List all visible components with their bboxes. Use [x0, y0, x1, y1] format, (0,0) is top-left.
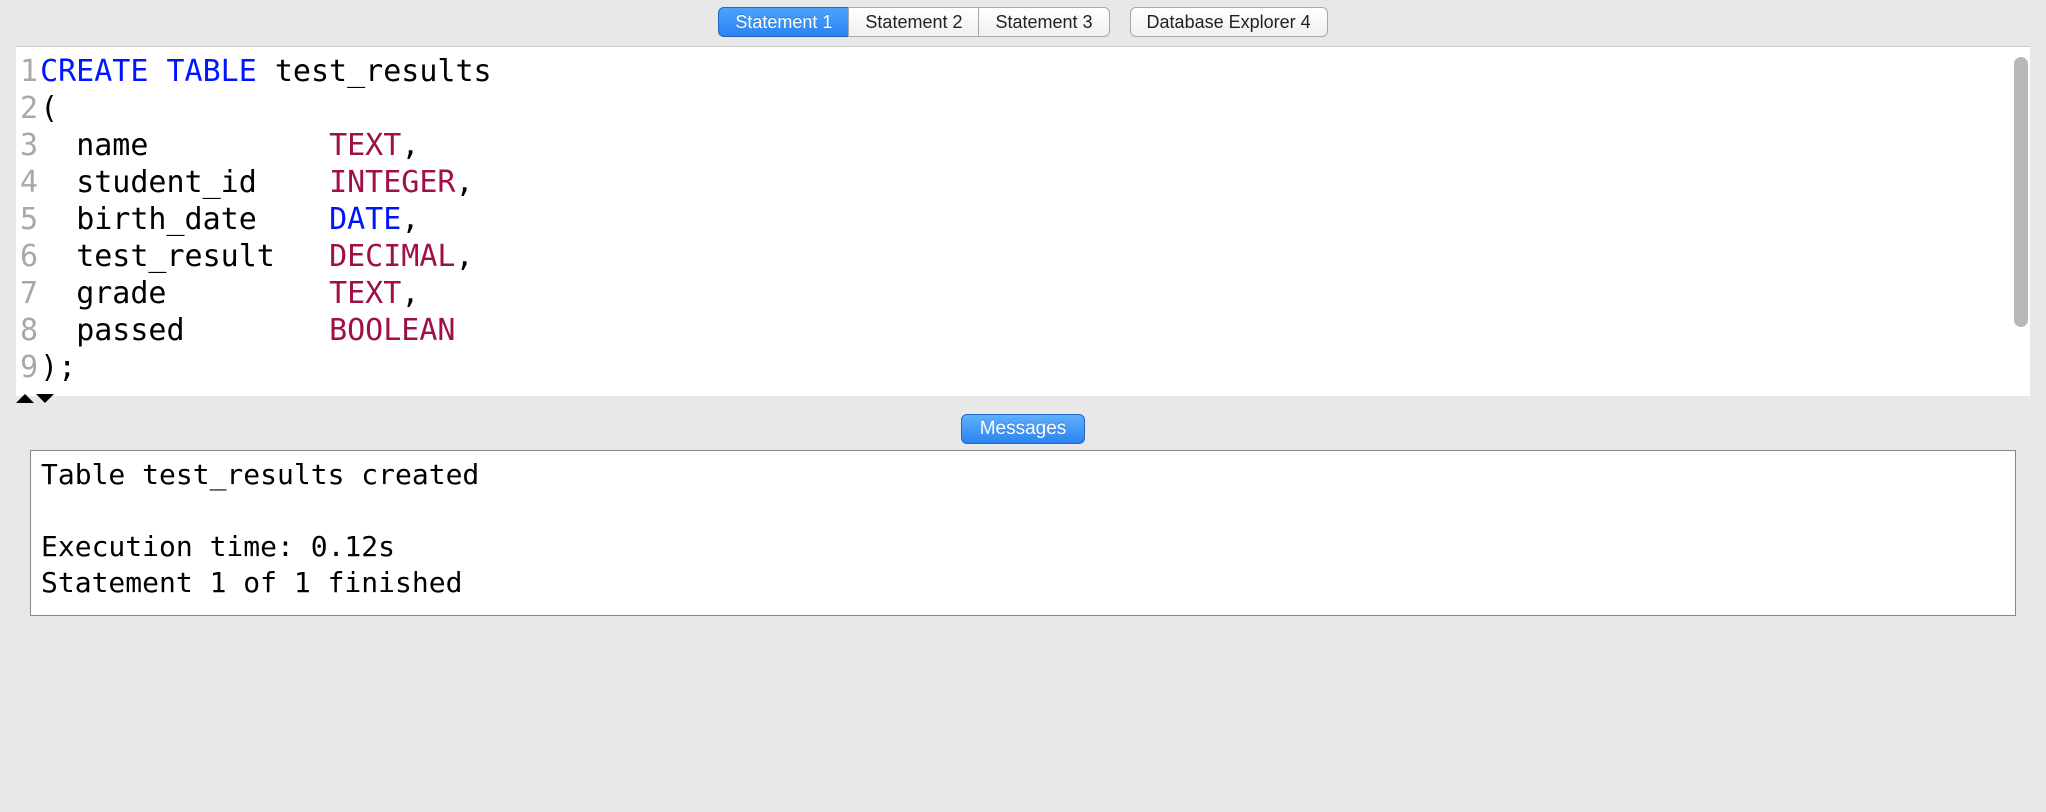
splitter-collapse-up-icon[interactable] [16, 394, 34, 403]
editor-scrollbar-thumb[interactable] [2014, 57, 2028, 327]
punct: , [401, 128, 419, 163]
tab-spacer [1110, 7, 1130, 37]
tab-statement-2[interactable]: Statement 2 [848, 7, 978, 37]
editor-tabs-bar: Statement 1 Statement 2 Statement 3 Data… [0, 0, 2046, 40]
type-keyword: INTEGER [329, 165, 455, 200]
punct: , [456, 165, 474, 200]
type-keyword: BOOLEAN [329, 313, 455, 348]
tab-statement-3[interactable]: Statement 3 [978, 7, 1109, 37]
sql-editor[interactable]: 1 2 3 4 5 6 7 8 9 CREATE TABLE test_resu… [16, 46, 2030, 396]
sql-code-area[interactable]: CREATE TABLE test_results ( name TEXT, s… [38, 47, 492, 396]
splitter-collapse-down-icon[interactable] [36, 394, 54, 403]
keyword: TABLE [167, 54, 257, 89]
tab-database-explorer[interactable]: Database Explorer 4 [1130, 7, 1328, 37]
line-number: 5 [20, 201, 38, 238]
code-text: ( [40, 91, 58, 126]
pane-splitter[interactable] [16, 396, 2030, 412]
line-number: 4 [20, 164, 38, 201]
editor-tabs: Statement 1 Statement 2 Statement 3 Data… [718, 7, 1327, 37]
line-number: 1 [20, 53, 38, 90]
line-number: 7 [20, 275, 38, 312]
column-name: test_result [76, 239, 275, 274]
punct: , [456, 239, 474, 274]
line-number-gutter: 1 2 3 4 5 6 7 8 9 [16, 47, 38, 396]
line-number: 2 [20, 90, 38, 127]
tab-label: Database Explorer 4 [1147, 12, 1311, 33]
tab-label: Statement 1 [735, 12, 832, 33]
tab-statement-1[interactable]: Statement 1 [718, 7, 848, 37]
line-number: 8 [20, 312, 38, 349]
type-keyword: TEXT [329, 276, 401, 311]
line-number: 6 [20, 238, 38, 275]
message-line: Statement 1 of 1 finished [41, 566, 462, 599]
punct: , [401, 202, 419, 237]
tab-label: Statement 2 [865, 12, 962, 33]
column-name: student_id [76, 165, 257, 200]
column-name: name [76, 128, 148, 163]
result-tabs-bar: Messages [0, 412, 2046, 446]
type-keyword: TEXT [329, 128, 401, 163]
column-name: passed [76, 313, 184, 348]
sql-workbench-pane: Statement 1 Statement 2 Statement 3 Data… [0, 0, 2046, 812]
line-number: 9 [20, 349, 38, 386]
column-name: birth_date [76, 202, 257, 237]
type-keyword: DECIMAL [329, 239, 455, 274]
type-keyword: DATE [329, 202, 401, 237]
tab-messages[interactable]: Messages [961, 414, 1086, 444]
message-line: Execution time: 0.12s [41, 530, 395, 563]
tab-label: Messages [980, 418, 1067, 439]
line-number: 3 [20, 127, 38, 164]
punct: , [401, 276, 419, 311]
code-text: ); [40, 350, 76, 385]
identifier: test_results [275, 54, 492, 89]
message-line: Table test_results created [41, 458, 479, 491]
messages-output[interactable]: Table test_results created Execution tim… [30, 450, 2016, 616]
tab-label: Statement 3 [995, 12, 1092, 33]
column-name: grade [76, 276, 166, 311]
keyword: CREATE [40, 54, 148, 89]
